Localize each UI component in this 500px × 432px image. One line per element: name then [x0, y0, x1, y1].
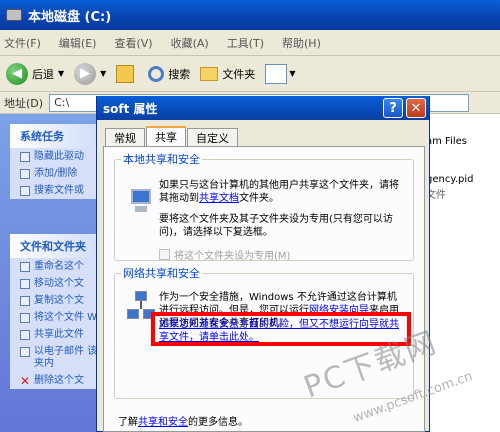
local-sharing-legend: 本地共享和安全: [123, 153, 200, 166]
dialog-tabs: 常规 共享 自定义: [105, 126, 239, 146]
help-button[interactable]: ?: [383, 98, 403, 118]
views-icon: [265, 63, 288, 84]
chevron-down-icon: ▼: [100, 69, 107, 78]
tab-general[interactable]: 常规: [105, 128, 145, 146]
search-button[interactable]: 搜索: [148, 65, 191, 82]
menu-edit[interactable]: 编辑(E): [59, 35, 97, 51]
menu-tools[interactable]: 工具(T): [227, 35, 264, 51]
add-remove-icon: [20, 169, 30, 179]
local-text-b: 文件夹。: [239, 193, 279, 204]
folder-icon: [200, 66, 219, 81]
copy-icon: [20, 296, 30, 306]
task-label: 隐藏此驱动: [34, 151, 84, 162]
explorer-title-bar: 本地磁盘 (C:): [0, 0, 500, 30]
globe-icon: [20, 313, 30, 323]
local-sharing-group: 本地共享和安全 如果只与这台计算机的其他用户共享这个文件夹，请将其拖动到共享文档…: [114, 151, 414, 262]
close-button[interactable]: ✕: [406, 98, 426, 118]
shared-documents-link[interactable]: 共享文档: [199, 193, 239, 204]
computer-icon: [127, 187, 155, 215]
share-icon: [20, 330, 30, 340]
learn-suffix: 的更多信息。: [188, 417, 248, 428]
menu-file[interactable]: 文件(F): [4, 35, 41, 51]
forward-arrow-icon: ▶: [74, 62, 97, 85]
task-label: 删除这个文: [34, 375, 84, 386]
task-label: 搜索文件或: [34, 185, 84, 196]
email-icon: [20, 347, 30, 357]
address-label: 地址(D): [4, 96, 44, 110]
menu-view[interactable]: 查看(V): [114, 35, 152, 51]
folder-up-icon: [116, 64, 135, 83]
forward-button[interactable]: ▶ ▼: [74, 62, 107, 85]
back-button[interactable]: ◀ 后退 ▼: [6, 62, 65, 85]
dialog-title: soft 属性: [103, 101, 158, 116]
task-label: 移动这个文: [34, 278, 84, 289]
window-title: 本地磁盘 (C:): [28, 9, 112, 25]
move-icon: [20, 279, 30, 289]
search-icon: [20, 186, 30, 196]
tab-customize[interactable]: 自定义: [187, 128, 238, 146]
tab-sharing[interactable]: 共享: [146, 126, 186, 146]
hide-icon: [20, 152, 30, 162]
delete-icon: ✕: [20, 374, 31, 388]
local-sharing-text: 如果只与这台计算机的其他用户共享这个文件夹，请将其拖动到共享文档文件夹。: [159, 179, 405, 205]
file-item[interactable]: gency.pid: [426, 174, 473, 185]
network-sharing-legend: 网络共享和安全: [123, 267, 200, 280]
local-text-a: 如果只与这台计算机的其他用户共享这个文件夹，请将其拖动到: [159, 180, 399, 204]
back-arrow-icon: ◀: [6, 62, 28, 85]
sharing-security-link[interactable]: 共享和安全: [138, 417, 188, 428]
folders-button[interactable]: 文件夹: [200, 66, 255, 82]
checkbox-box: [159, 249, 170, 260]
search-icon: [148, 65, 165, 82]
task-label: 添加/删除: [34, 168, 78, 179]
up-button[interactable]: [116, 64, 138, 83]
task-label: 复制这个文: [34, 295, 84, 306]
dialog-title-bar: soft 属性 ? ✕: [97, 96, 429, 120]
share-without-wizard-link[interactable]: 如果您知道在安全方面的风险，但又不想运行向导就共享文件，请单击此处。: [159, 319, 399, 343]
chevron-down-icon: ▼: [289, 69, 296, 78]
back-label: 后退: [32, 67, 54, 81]
make-private-label: 将这个文件夹设为专用(M): [174, 251, 291, 262]
learn-prefix: 了解: [118, 417, 138, 428]
toolbar: ◀ 后退 ▼ ▶ ▼ 搜索 文件夹 ▼: [0, 56, 500, 92]
menu-bar: 文件(F) 编辑(E) 查看(V) 收藏(A) 工具(T) 帮助(H): [0, 30, 500, 56]
private-folder-text: 要将这个文件夹及其子文件夹设为专用(只有您可以访问)，请选择以下复选框。: [159, 214, 393, 238]
search-label: 搜索: [168, 67, 191, 81]
task-label: 重命名这个: [34, 261, 84, 272]
drive-icon: [6, 9, 22, 21]
task-label: 共享此文件: [34, 329, 84, 340]
menu-help[interactable]: 帮助(H): [282, 35, 321, 51]
views-button[interactable]: ▼: [265, 63, 296, 84]
learn-more-text: 了解共享和安全的更多信息。: [118, 413, 248, 428]
folders-label: 文件夹: [222, 67, 256, 81]
file-item[interactable]: am Files: [426, 136, 467, 147]
make-private-checkbox[interactable]: 将这个文件夹设为专用(M): [159, 247, 290, 262]
sharing-tab-body: 本地共享和安全 如果只与这台计算机的其他用户共享这个文件夹，请将其拖动到共享文档…: [103, 146, 425, 432]
rename-icon: [20, 262, 30, 272]
menu-favorites[interactable]: 收藏(A): [171, 35, 209, 51]
address-value: C:\: [54, 96, 70, 109]
chevron-down-icon: ▼: [58, 69, 65, 78]
